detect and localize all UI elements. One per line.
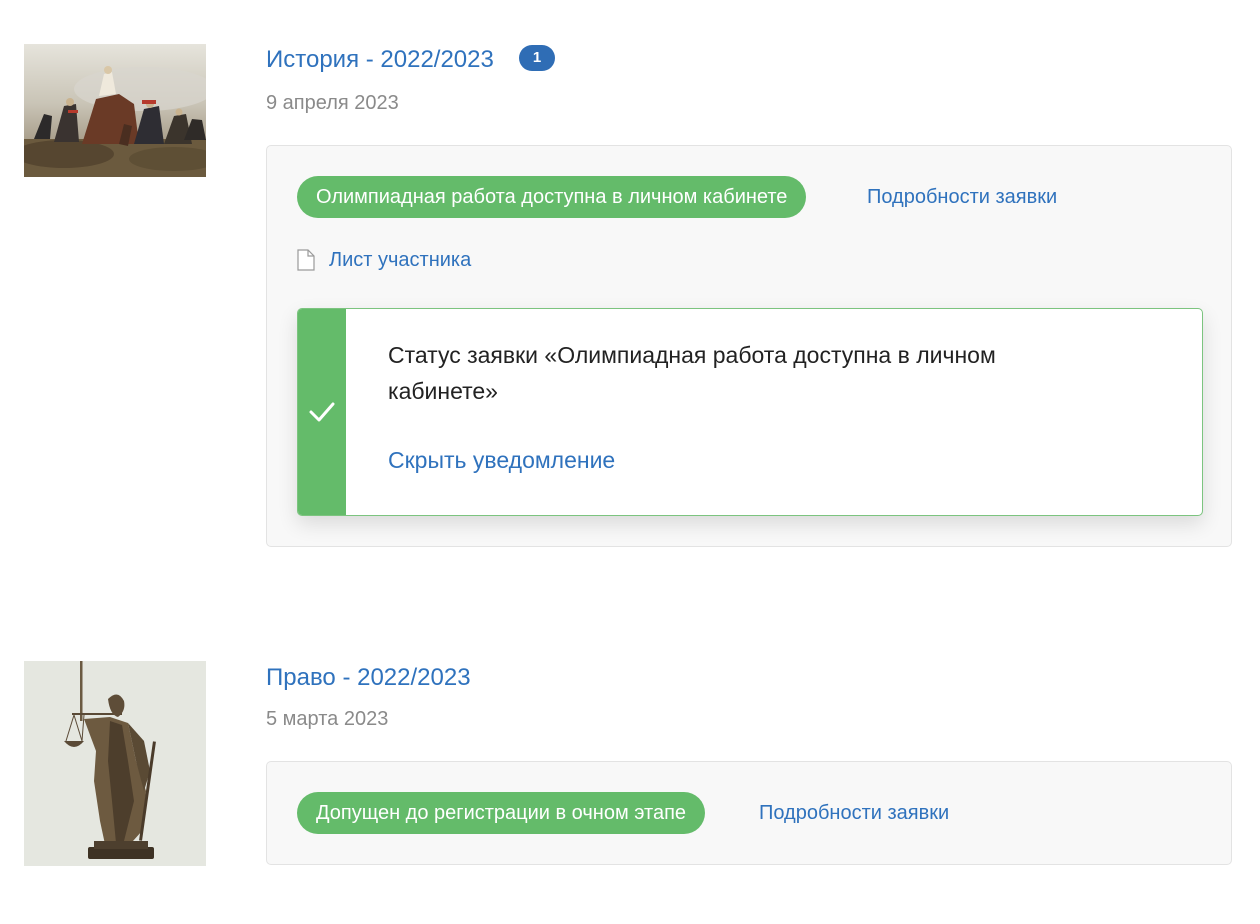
- olympiad-title-link[interactable]: История - 2022/2023: [266, 46, 494, 74]
- participant-sheet-link[interactable]: Лист участника: [329, 249, 471, 272]
- document-icon: [297, 249, 315, 271]
- olympiad-date: 9 апреля 2023: [266, 92, 399, 114]
- olympiad-date: 5 марта 2023: [266, 708, 389, 730]
- status-notification: Статус заявки «Олимпиадная работа доступ…: [297, 308, 1203, 516]
- participant-sheet-row: Лист участника: [297, 246, 471, 274]
- status-pill: Допущен до регистрации в очном этапе: [297, 792, 706, 834]
- application-panel: Допущен до регистрации в очном этапе Под…: [266, 761, 1232, 865]
- notification-count-badge: 1: [519, 45, 555, 71]
- law-statue-thumbnail[interactable]: [24, 661, 206, 866]
- olympiad-title-link[interactable]: Право - 2022/2023: [266, 664, 471, 692]
- checkmark-icon: [309, 402, 335, 422]
- notification-message: Статус заявки «Олимпиадная работа доступ…: [388, 342, 996, 404]
- application-details-link[interactable]: Подробности заявки: [867, 176, 1057, 218]
- application-panel: Олимпиадная работа доступна в личном каб…: [266, 145, 1232, 547]
- battle-painting-image: [24, 44, 206, 177]
- hide-notification-link[interactable]: Скрыть уведомление: [388, 447, 615, 474]
- application-details-link[interactable]: Подробности заявки: [759, 792, 949, 834]
- history-painting-thumbnail[interactable]: [24, 44, 206, 177]
- status-pill: Олимпиадная работа доступна в личном каб…: [297, 176, 807, 218]
- themis-statue-image: [24, 661, 206, 866]
- notification-stripe: [298, 309, 346, 515]
